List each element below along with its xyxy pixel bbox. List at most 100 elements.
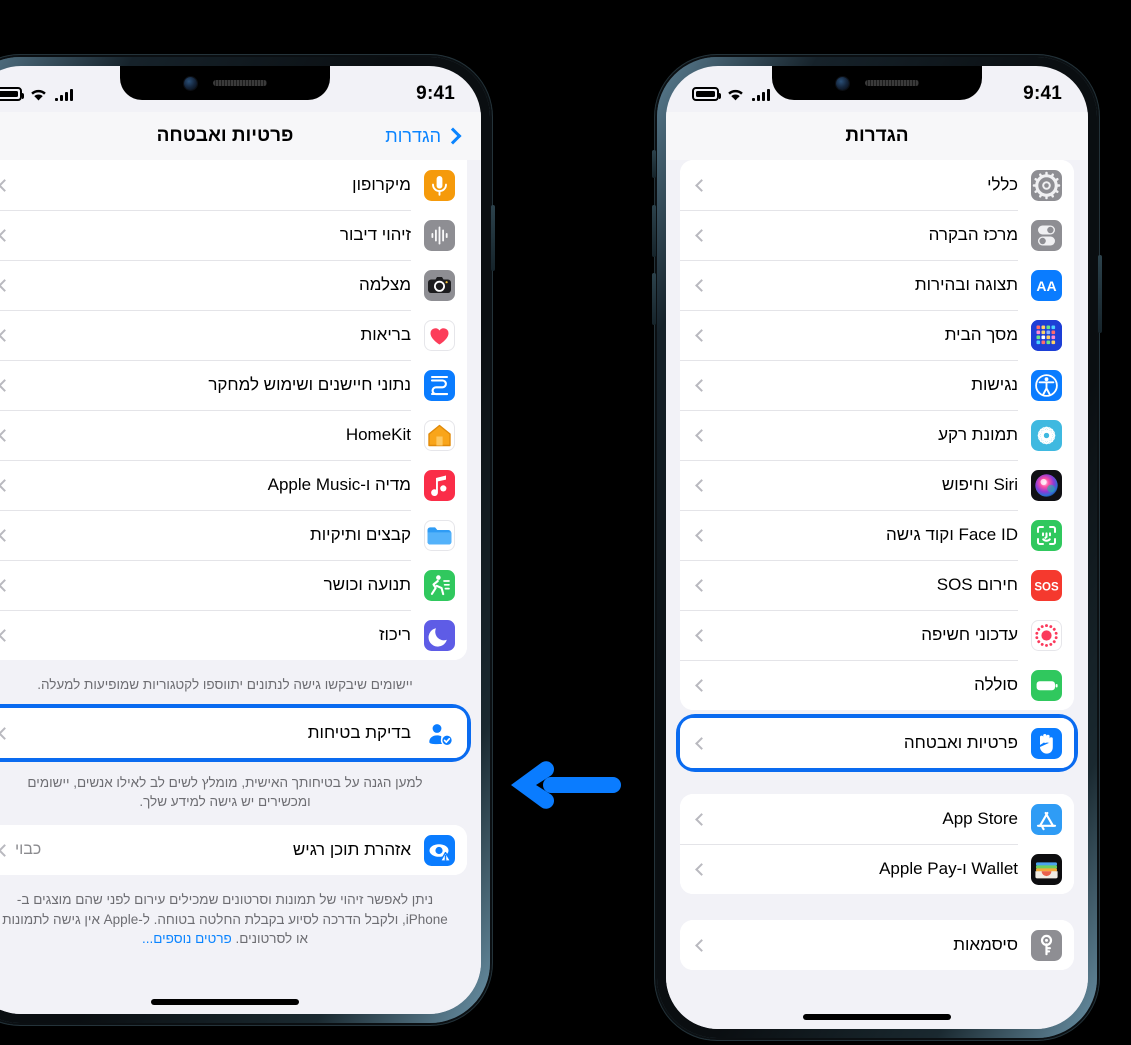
safety-check-person-icon xyxy=(424,717,455,749)
row-wallpaper-icon[interactable]: תמונת רקע xyxy=(680,410,1074,460)
row-label: פרטיות ואבטחה xyxy=(903,733,1018,752)
content-left[interactable]: מיקרופון זיהוי דיבור מצלמה בריאות נתוני חייש… xyxy=(0,160,481,1014)
row-focus-moon-icon[interactable]: ריכוז xyxy=(0,610,467,660)
row-face-id-icon[interactable]: Face ID וקוד גישה xyxy=(680,510,1074,560)
microphone-icon xyxy=(424,169,455,201)
row-label: בריאות xyxy=(360,325,411,344)
row-label: קבצים ותיקיות xyxy=(310,525,411,544)
nav-bar-right: הגדרות xyxy=(666,112,1088,160)
chevron-left-icon xyxy=(0,844,11,857)
health-heart-icon xyxy=(424,319,455,351)
privacy-list-footnote: יישומים שיבקשו גישה לנתונים יתווספו לקטג… xyxy=(37,677,413,692)
home-indicator[interactable] xyxy=(151,999,299,1005)
row-camera-icon[interactable]: מצלמה xyxy=(0,260,467,310)
row-label: חירום SOS xyxy=(936,575,1018,594)
files-folder-icon xyxy=(424,519,455,551)
row-label: סוללה xyxy=(974,675,1018,694)
siri-icon xyxy=(1031,469,1062,501)
row-passwords-key-icon[interactable]: סיסמאות xyxy=(680,920,1074,970)
row-control-center-icon[interactable]: מרכז הבקרה xyxy=(680,210,1074,260)
row-label: מדיה ו-Apple Music xyxy=(267,475,411,494)
face-id-icon xyxy=(1031,519,1062,551)
row-label: סיסמאות xyxy=(953,935,1018,954)
row-health-heart-icon[interactable]: בריאות xyxy=(0,310,467,360)
row-label: ריכוז xyxy=(379,625,411,644)
row-exposure-icon[interactable]: עדכוני חשיפה xyxy=(680,610,1074,660)
row-app-store-icon[interactable]: App Store xyxy=(680,794,1074,844)
row-label: תצוגה ובהירות xyxy=(914,275,1018,294)
content-right[interactable]: כללי מרכז הבקרה AA תצוגה ובהירות מסך הבית נגי… xyxy=(666,160,1088,1029)
svg-text:AA: AA xyxy=(1036,278,1056,294)
cellular-signal-icon xyxy=(752,87,770,101)
privacy-category-list: מיקרופון זיהוי דיבור מצלמה בריאות נתוני חייש… xyxy=(0,160,467,660)
screenshot-stage: 9:41 הגדרות פרטיות ואבטחה מיקרופון זיהוי… xyxy=(0,0,1131,1045)
row-label: מסך הבית xyxy=(944,325,1018,344)
row-accessibility-icon[interactable]: נגישות xyxy=(680,360,1074,410)
camera-icon xyxy=(424,269,455,301)
row-research-sensor-icon[interactable]: נתוני חיישנים ושימוש למחקר xyxy=(0,360,467,410)
safety-check-footnote: למען הגנה על בטיחותך האישית, מומלץ לשים … xyxy=(27,775,423,810)
battery-icon xyxy=(692,87,721,101)
row-gear-icon[interactable]: כללי xyxy=(680,160,1074,210)
control-center-icon xyxy=(1031,219,1062,251)
row-label: תמונת רקע xyxy=(938,425,1018,444)
status-time: 9:41 xyxy=(416,83,455,104)
volume-up-button[interactable] xyxy=(652,205,656,257)
row-label: Wallet ו-Apple Pay xyxy=(879,859,1018,878)
row-label: זיהוי דיבור xyxy=(339,225,411,244)
row-safety-check[interactable]: בדיקת בטיחות xyxy=(0,708,467,759)
volume-down-button[interactable] xyxy=(652,273,656,325)
row-display-aa-icon[interactable]: AA תצוגה ובהירות xyxy=(680,260,1074,310)
row-label: Siri וחיפוש xyxy=(941,475,1018,494)
row-wallet-icon[interactable]: Wallet ו-Apple Pay xyxy=(680,844,1074,894)
row-label: עדכוני חשיפה xyxy=(921,625,1018,644)
back-button-label: הגדרות xyxy=(385,125,441,146)
settings-group-passwords: סיסמאות xyxy=(680,920,1074,970)
row-apple-music-icon[interactable]: מדיה ו-Apple Music xyxy=(0,460,467,510)
sos-icon: SOS xyxy=(1031,569,1062,601)
silent-switch[interactable] xyxy=(652,150,656,178)
cellular-signal-icon xyxy=(55,87,73,101)
sensitive-content-eye-icon xyxy=(424,834,455,866)
screen-right: 9:41 הגדרות כללי מרכז הבקרה AA תצוגה ובהירו… xyxy=(666,66,1088,1029)
row-sensitive-content[interactable]: אזהרת תוכן רגיש כבוי xyxy=(0,825,467,876)
row-home-icon[interactable]: HomeKit xyxy=(0,410,467,460)
back-button-settings[interactable]: הגדרות xyxy=(385,125,462,147)
row-files-folder-icon[interactable]: קבצים ותיקיות xyxy=(0,510,467,560)
nav-bar-left: הגדרות פרטיות ואבטחה xyxy=(0,112,481,160)
wallpaper-icon xyxy=(1031,419,1062,451)
accessibility-icon xyxy=(1031,369,1062,401)
app-store-icon xyxy=(1031,803,1062,835)
row-value: כבוי xyxy=(15,841,42,859)
home-icon xyxy=(424,419,455,451)
row-siri-icon[interactable]: Siri וחיפוש xyxy=(680,460,1074,510)
privacy-group: פרטיות ואבטחה xyxy=(680,718,1074,768)
row-privacy-security[interactable]: פרטיות ואבטחה xyxy=(680,718,1074,768)
status-bar-right: 9:41 xyxy=(666,66,1088,112)
chevron-right-icon xyxy=(444,127,462,145)
exposure-icon xyxy=(1031,619,1062,651)
left-arrow-annotation xyxy=(505,755,625,815)
row-speech-waveform-icon[interactable]: זיהוי דיבור xyxy=(0,210,467,260)
privacy-hand-icon xyxy=(1031,727,1062,759)
row-home-screen-icon[interactable]: מסך הבית xyxy=(680,310,1074,360)
fitness-icon xyxy=(424,569,455,601)
power-button-right-phone[interactable] xyxy=(1098,255,1102,333)
row-label: אזהרת תוכן רגיש xyxy=(292,840,411,860)
gear-icon xyxy=(1031,169,1062,201)
home-screen-icon xyxy=(1031,319,1062,351)
home-indicator[interactable] xyxy=(803,1014,951,1020)
display-aa-icon: AA xyxy=(1031,269,1062,301)
passwords-key-icon xyxy=(1031,929,1062,961)
status-time: 9:41 xyxy=(1023,83,1062,104)
learn-more-link[interactable]: פרטים נוספים... xyxy=(142,931,232,946)
row-sos-icon[interactable]: SOS חירום SOS xyxy=(680,560,1074,610)
row-microphone-icon[interactable]: מיקרופון xyxy=(0,160,467,210)
power-button-left-phone[interactable] xyxy=(491,205,495,271)
row-battery-green-icon[interactable]: סוללה xyxy=(680,660,1074,710)
status-bar-left: 9:41 xyxy=(0,66,481,112)
safety-check-highlight-ring: בדיקת בטיחות xyxy=(0,708,467,759)
row-label: מצלמה xyxy=(358,275,411,294)
row-label: HomeKit xyxy=(345,425,411,444)
row-fitness-icon[interactable]: תנועה וכושר xyxy=(0,560,467,610)
